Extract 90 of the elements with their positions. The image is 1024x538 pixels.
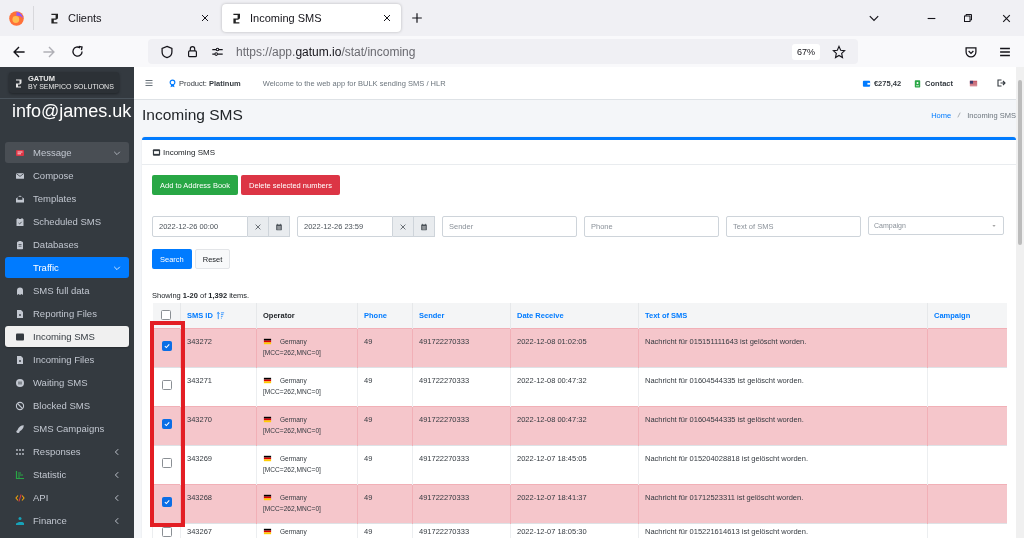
row-checkbox[interactable] [161, 379, 172, 390]
clear-icon [399, 222, 407, 231]
tab-title: Clients [68, 12, 103, 24]
contact-icon [913, 78, 923, 88]
calendar-button[interactable] [269, 216, 290, 237]
calendar-icon [15, 216, 25, 227]
calendar-button[interactable] [414, 216, 435, 237]
back-icon[interactable] [12, 44, 26, 59]
firefox-icon[interactable] [8, 9, 25, 27]
sliders-icon[interactable] [211, 45, 224, 58]
wallet-icon [861, 78, 871, 88]
row-checkbox[interactable] [161, 526, 172, 537]
ghost-icon [15, 285, 25, 296]
flag-icon [263, 375, 272, 385]
sidebar-item[interactable]: Responses [5, 441, 129, 462]
row-checkbox[interactable] [161, 496, 172, 507]
sidebar-item[interactable]: Traffic [5, 257, 129, 278]
sort-icon [215, 310, 225, 320]
url-text[interactable]: https://app.gatum.io/stat/incoming [236, 44, 780, 59]
chevron-left-icon[interactable] [113, 447, 121, 456]
flag-icon[interactable] [969, 78, 978, 88]
breadcrumb-separator [956, 111, 963, 119]
sidebar-item[interactable]: Databases [5, 234, 129, 255]
close-icon[interactable] [200, 13, 210, 23]
sidebar-item[interactable]: SMS Campaigns [5, 418, 129, 439]
row-checkbox[interactable] [161, 457, 172, 468]
logout-icon[interactable] [996, 78, 1006, 88]
select-all-checkbox[interactable] [161, 310, 172, 321]
file-icon [15, 308, 25, 319]
envelope-icon [15, 193, 25, 204]
sidebar-item[interactable]: Scheduled SMS [5, 211, 129, 232]
card-title: Incoming SMS [163, 147, 216, 157]
flag-icon [263, 526, 272, 536]
sidebar-item[interactable]: SMS full data [5, 280, 129, 301]
calendar-icon [275, 222, 283, 231]
flag-icon [263, 414, 272, 424]
row-checkbox[interactable] [161, 418, 172, 429]
tab-title: Incoming SMS [250, 12, 323, 24]
envelope-icon [15, 331, 25, 342]
sidebar-item[interactable]: Statistic [5, 464, 129, 485]
zoom-badge[interactable]: 67% [792, 43, 820, 60]
restore-icon[interactable] [963, 13, 973, 23]
sidebar-item[interactable]: Waiting SMS [5, 372, 129, 393]
envelope-icon [15, 170, 25, 181]
dots-icon [15, 446, 25, 457]
sidebar-item[interactable]: Templates [5, 188, 129, 209]
sidebar-item[interactable]: Finance [5, 510, 129, 531]
chart-icon [15, 469, 25, 480]
sidebar-item[interactable]: Compose [5, 165, 129, 186]
blocked-icon [15, 400, 25, 411]
rocket-icon [15, 423, 25, 434]
sidebar-item[interactable]: Incoming SMS [5, 326, 129, 347]
sidebar-item[interactable]: Message [5, 142, 129, 163]
new-tab-icon[interactable] [411, 12, 423, 24]
close-icon[interactable] [1001, 12, 1012, 24]
card-icon [152, 147, 161, 157]
browser-tab[interactable]: Clients [40, 4, 219, 32]
pocket-icon[interactable] [964, 44, 978, 59]
sidebar-item[interactable]: Blocked SMS [5, 395, 129, 416]
sidebar-item[interactable]: Reporting Files [5, 303, 129, 324]
close-icon[interactable] [382, 13, 392, 23]
chevron-left-icon[interactable] [113, 493, 121, 502]
favicon-icon [49, 12, 61, 24]
reload-icon[interactable] [71, 45, 84, 58]
code-icon [15, 492, 25, 503]
page-title: Incoming SMS [142, 106, 244, 124]
hand-icon [15, 515, 25, 526]
star-icon[interactable] [832, 44, 846, 59]
shield-icon[interactable] [160, 44, 174, 59]
browser-tab[interactable]: Incoming SMS [222, 4, 401, 32]
calendar-icon [420, 222, 428, 231]
award-icon [168, 78, 177, 88]
sidebar-item[interactable]: API [5, 487, 129, 508]
chevron-left-icon[interactable] [113, 516, 121, 525]
sidebar-item[interactable]: Incoming Files [5, 349, 129, 370]
favicon-icon [231, 12, 243, 24]
lock-icon[interactable] [186, 45, 199, 58]
address-bar[interactable]: https://app.gatum.io/stat/incoming 67% [148, 39, 858, 64]
message-icon [15, 147, 25, 158]
flag-icon [263, 336, 272, 346]
pause-icon [15, 377, 25, 388]
flag-icon [263, 492, 272, 502]
flag-icon [263, 453, 272, 463]
file-icon [15, 354, 25, 365]
user-email: info@james.uk [11, 100, 133, 122]
clear-icon [254, 222, 262, 231]
clipboard-icon [15, 239, 25, 250]
chevron-left-icon[interactable] [113, 470, 121, 479]
row-checkbox[interactable] [161, 340, 172, 351]
forward-icon [42, 44, 56, 59]
